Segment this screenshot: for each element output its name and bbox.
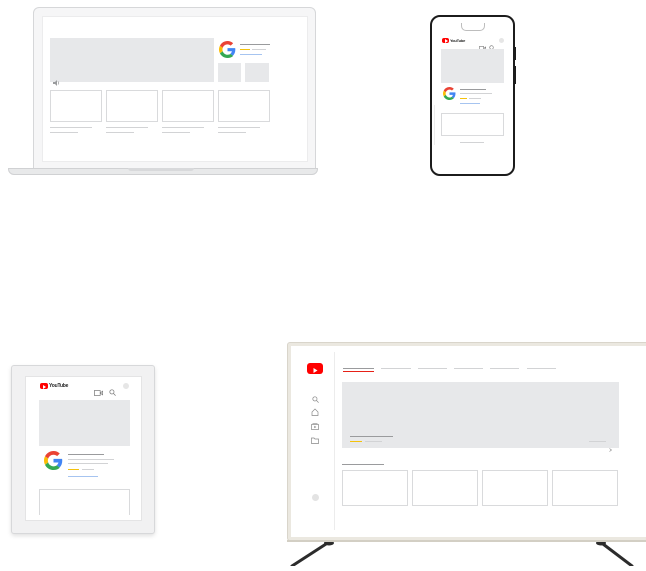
tv-sidebar-divider xyxy=(334,352,335,530)
side-thumbnail[interactable] xyxy=(245,63,269,82)
ad-title-line xyxy=(460,89,486,90)
video-card[interactable] xyxy=(218,90,270,122)
banner-action-line xyxy=(589,441,606,442)
shelf-title-line xyxy=(342,464,384,465)
tab-home[interactable] xyxy=(343,368,374,369)
video-camera-icon[interactable] xyxy=(94,383,103,401)
ad-desc-line xyxy=(460,93,492,94)
phone-side-button xyxy=(514,47,516,60)
ad-title-line xyxy=(240,44,270,45)
ad-desc-line xyxy=(68,463,108,464)
tab-item[interactable] xyxy=(381,368,411,369)
video-card[interactable] xyxy=(106,90,158,122)
google-logo-icon xyxy=(44,451,63,470)
ad-desc-line xyxy=(252,49,266,50)
card-caption-line xyxy=(218,132,246,133)
card-caption-line xyxy=(50,127,92,128)
tab-underline xyxy=(343,371,374,372)
video-card[interactable] xyxy=(50,90,102,122)
google-logo-icon xyxy=(443,87,456,100)
tablet-video-player[interactable] xyxy=(39,400,130,446)
ad-rating-line xyxy=(68,469,79,470)
card-caption-line xyxy=(162,132,190,133)
card-caption-line xyxy=(162,127,204,128)
tv-featured-banner[interactable] xyxy=(342,382,619,448)
tab-item[interactable] xyxy=(527,368,556,369)
phone-side-button xyxy=(514,66,516,84)
laptop-base-notch xyxy=(128,168,194,171)
video-card[interactable] xyxy=(441,113,504,136)
youtube-logo[interactable]: YouTube xyxy=(442,38,466,44)
video-card[interactable] xyxy=(39,489,130,515)
tab-item[interactable] xyxy=(418,368,447,369)
ad-desc-line xyxy=(68,459,114,460)
ad-url-line xyxy=(240,54,262,55)
google-logo-icon xyxy=(219,41,236,58)
ad-rating-line xyxy=(460,98,467,99)
side-thumbnail[interactable] xyxy=(218,63,241,82)
youtube-play-icon xyxy=(40,383,48,389)
video-card[interactable] xyxy=(162,90,214,122)
youtube-wordmark: YouTube xyxy=(49,383,69,389)
laptop-video-player[interactable] xyxy=(50,38,214,82)
card-caption-line xyxy=(218,127,260,128)
ad-title-line xyxy=(68,454,104,455)
chevron-right-icon[interactable] xyxy=(609,439,612,457)
ad-url-line xyxy=(460,103,480,104)
avatar-icon[interactable] xyxy=(499,38,504,43)
card-caption-line xyxy=(460,142,484,143)
banner-rating-line xyxy=(350,441,362,442)
card-caption-line xyxy=(106,132,134,133)
video-card[interactable] xyxy=(482,470,548,506)
avatar-icon[interactable] xyxy=(123,383,129,389)
phone-notch xyxy=(461,23,485,31)
card-caption-line xyxy=(50,132,78,133)
avatar-icon[interactable] xyxy=(312,494,319,501)
ad-rating-line xyxy=(240,49,250,50)
video-card[interactable] xyxy=(412,470,478,506)
folder-icon[interactable] xyxy=(311,431,319,449)
phone-video-player[interactable] xyxy=(441,49,504,83)
video-card[interactable] xyxy=(552,470,618,506)
youtube-logo[interactable]: YouTube xyxy=(40,383,68,389)
banner-title-line xyxy=(350,436,393,437)
tab-item[interactable] xyxy=(490,368,519,369)
ad-desc-line xyxy=(82,469,94,470)
tv-stand-legs xyxy=(280,538,646,571)
card-caption-line xyxy=(106,127,148,128)
ad-desc-line xyxy=(469,98,481,99)
speaker-icon[interactable] xyxy=(53,73,60,86)
youtube-wordmark: YouTube xyxy=(450,38,466,43)
youtube-play-icon xyxy=(442,38,449,44)
tv-bottom-edge xyxy=(287,540,646,542)
video-card[interactable] xyxy=(342,470,408,506)
search-icon[interactable] xyxy=(109,383,116,401)
phone-scroll-indicator xyxy=(434,105,435,145)
banner-meta-line xyxy=(365,441,382,442)
youtube-play-icon[interactable] xyxy=(307,363,323,374)
tab-item[interactable] xyxy=(454,368,483,369)
ad-url-line xyxy=(68,476,98,477)
